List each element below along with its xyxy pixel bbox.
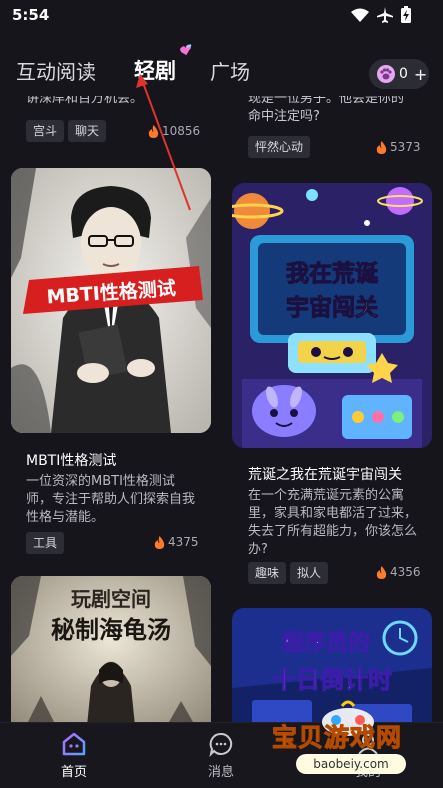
absurd-cover-art: 我在荒诞 宇宙闯关 <box>232 183 432 448</box>
card-cover-mbti[interactable]: MBTI性格测试 <box>11 168 211 433</box>
card-desc: 在一个充满荒诞元素的公寓里，家具和家电都活了过来，失去了所有超能力，你该怎么办? <box>248 488 418 557</box>
site-watermark: 宝贝游戏网 baobeiy.com <box>271 700 437 780</box>
battery-charging-icon <box>401 6 411 23</box>
cover-title-line-2: 十日倒计时 <box>272 666 392 694</box>
heat-value: 4375 <box>168 535 199 549</box>
heat-count: 4375 <box>154 535 199 549</box>
wifi-icon <box>351 8 369 22</box>
card-desc: 一位资深的MBTI性格测试师，专注于帮助人们探索自我性格与潜能。 <box>26 474 196 525</box>
nav-home[interactable]: 首页 <box>44 731 104 780</box>
status-time: 5:54 <box>12 6 50 24</box>
home-icon <box>62 732 86 756</box>
turtle-soup-cover-art: 玩剧空间 秘制海龟汤 <box>11 576 211 722</box>
tag: 拟人 <box>290 562 329 584</box>
heat-count: 10856 <box>148 124 200 138</box>
coin-balance-button[interactable]: 0 + <box>369 59 429 89</box>
tag: 怦然心动 <box>248 136 311 158</box>
cover-subtitle: 玩剧空间 <box>71 587 151 611</box>
paw-icon <box>377 65 395 83</box>
card-cover-absurd-universe[interactable]: 我在荒诞 宇宙闯关 <box>232 183 432 448</box>
add-coins-icon[interactable]: + <box>414 65 427 84</box>
partial-card-desc-left: 讲深岸和百万机会。 <box>26 96 144 106</box>
flame-icon <box>376 140 387 154</box>
nav-home-label: 首页 <box>60 765 87 780</box>
tag: 聊天 <box>68 120 107 142</box>
heat-count: 5373 <box>376 140 421 154</box>
flame-icon <box>376 565 387 579</box>
card-cover-turtle-soup[interactable]: 玩剧空间 秘制海龟汤 <box>11 576 211 722</box>
status-bar: 5:54 <box>0 0 443 32</box>
top-tab-bar: 互动阅读 轻剧 广场 0 + <box>0 32 443 96</box>
tab-light-drama[interactable]: 轻剧 <box>134 55 176 85</box>
tag: 宫斗 <box>26 120 65 142</box>
flame-icon <box>148 124 159 138</box>
tab-interactive-reading[interactable]: 互动阅读 <box>16 56 96 85</box>
drama-feed[interactable]: 讲深岸和百万机会。 宫斗 聊天 10856 现是一位男子。他会是你的 命中注定吗… <box>0 96 443 722</box>
desc-line: 命中注定吗? <box>248 109 320 124</box>
heart-icon <box>180 44 192 56</box>
airplane-mode-icon <box>377 6 393 23</box>
tag: 趣味 <box>248 562 287 584</box>
watermark-url: baobeiy.com <box>296 754 406 774</box>
card-title[interactable]: 荒诞之我在荒诞宇宙闯关 <box>248 464 402 484</box>
cover-title-line-1: 程序员的 <box>282 630 370 656</box>
flame-icon <box>154 535 165 549</box>
heat-value: 4356 <box>390 565 421 579</box>
status-icons <box>351 6 411 23</box>
cover-title-line-1: 我在荒诞 <box>286 260 379 287</box>
tab-plaza[interactable]: 广场 <box>210 56 250 85</box>
cover-title-line-2: 宇宙闯关 <box>286 294 378 321</box>
desc-line: 现是一位男子。他会是你的 <box>248 96 405 106</box>
mbti-cover-art: MBTI性格测试 <box>11 168 211 433</box>
message-icon <box>209 732 233 757</box>
coin-count: 0 <box>399 66 408 82</box>
heat-value: 10856 <box>162 124 201 138</box>
nav-messages-label: 消息 <box>207 765 234 780</box>
cover-title: 秘制海龟汤 <box>51 615 171 644</box>
nav-messages[interactable]: 消息 <box>191 731 251 780</box>
card-title[interactable]: MBTI性格测试 <box>26 450 116 470</box>
watermark-text: 宝贝游戏网 <box>271 723 403 753</box>
heat-value: 5373 <box>390 140 421 154</box>
partial-card-desc-right: 现是一位男子。他会是你的 命中注定吗? <box>248 96 428 126</box>
tag: 工具 <box>26 532 65 554</box>
heat-count: 4356 <box>376 565 421 579</box>
